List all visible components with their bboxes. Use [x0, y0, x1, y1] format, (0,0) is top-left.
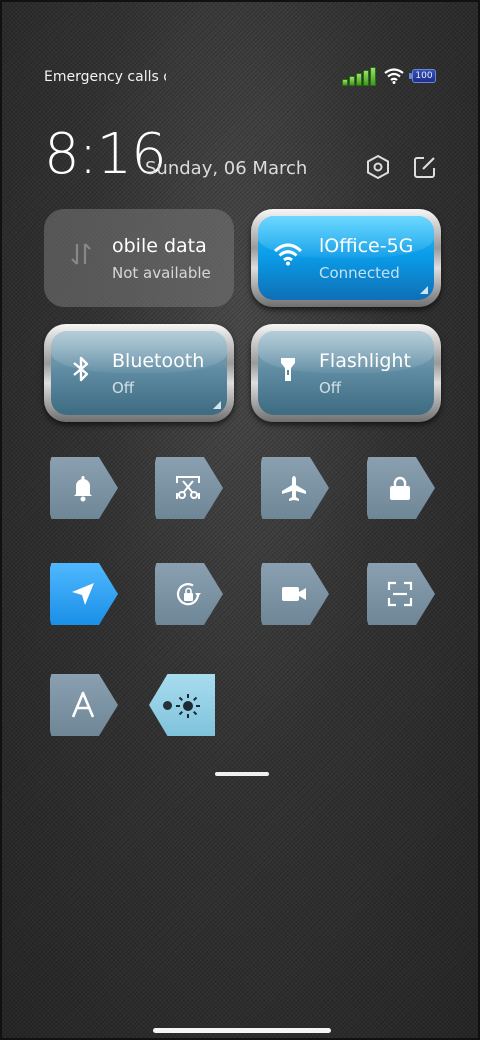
signal-bars-icon — [342, 66, 376, 86]
mobile-data-status: Not available — [112, 264, 211, 282]
wifi-status: Connected — [319, 264, 400, 282]
drag-handle[interactable] — [215, 772, 269, 776]
flashlight-status: Off — [319, 379, 342, 397]
toggle-scanner[interactable] — [367, 563, 435, 625]
mobile-data-title: obile data — [112, 235, 207, 257]
lock-icon — [390, 476, 410, 500]
flashlight-tile[interactable]: Flashlight Off — [251, 324, 441, 422]
wifi-network-name: lOffice-5G — [319, 235, 414, 257]
battery-icon: 100 — [409, 69, 436, 83]
toggle-airplane-mode[interactable] — [261, 457, 329, 519]
airplane-icon — [282, 476, 306, 501]
bluetooth-tile[interactable]: Bluetooth Off — [44, 324, 234, 422]
flashlight-title: Flashlight — [319, 350, 411, 372]
toggle-screen-lock[interactable] — [367, 457, 435, 519]
carrier-status-text: Emergency calls o — [44, 69, 166, 85]
bluetooth-title: Bluetooth — [112, 350, 205, 372]
font-a-icon — [71, 691, 95, 718]
scan-frame-icon — [387, 581, 413, 607]
location-arrow-icon — [72, 583, 94, 605]
flashlight-icon — [281, 358, 295, 381]
bell-icon — [74, 476, 92, 502]
bluetooth-icon — [73, 356, 89, 382]
screenshot-scissors-icon — [176, 476, 200, 499]
toggle-sound[interactable] — [50, 457, 118, 519]
rotation-lock-icon — [176, 583, 201, 606]
bluetooth-status: Off — [112, 379, 135, 397]
brightness-sun-icon — [176, 694, 200, 718]
toggle-screen-recorder[interactable] — [261, 563, 329, 625]
tag-hole — [163, 701, 172, 710]
wifi-tile[interactable]: lOffice-5G Connected — [251, 209, 441, 307]
edit-icon[interactable] — [412, 154, 438, 180]
wifi-tile-face: lOffice-5G Connected — [258, 216, 434, 300]
date-label: Sunday, 06 March — [145, 158, 308, 179]
control-center-screen: Emergency calls o 100 8:16 Sunday, 06 Ma… — [0, 0, 480, 1040]
video-camera-icon — [282, 587, 306, 601]
bluetooth-tile-face: Bluetooth Off — [51, 331, 227, 415]
toggle-rotation-lock[interactable] — [155, 563, 223, 625]
expand-corner-icon[interactable] — [213, 401, 221, 409]
settings-icon[interactable] — [365, 154, 391, 180]
home-indicator[interactable] — [153, 1028, 331, 1033]
toggle-font-size[interactable] — [50, 674, 118, 736]
wifi-icon — [384, 68, 404, 84]
mobile-data-arrows-icon — [71, 243, 91, 265]
toggle-screenshot[interactable] — [155, 457, 223, 519]
status-icons: 100 — [342, 66, 436, 86]
expand-corner-icon[interactable] — [420, 286, 428, 294]
toggle-brightness[interactable] — [149, 674, 215, 736]
toggle-location[interactable] — [50, 563, 118, 625]
mobile-data-tile[interactable]: obile data Not available — [44, 209, 234, 307]
wifi-icon — [273, 243, 303, 266]
flashlight-tile-face: Flashlight Off — [258, 331, 434, 415]
